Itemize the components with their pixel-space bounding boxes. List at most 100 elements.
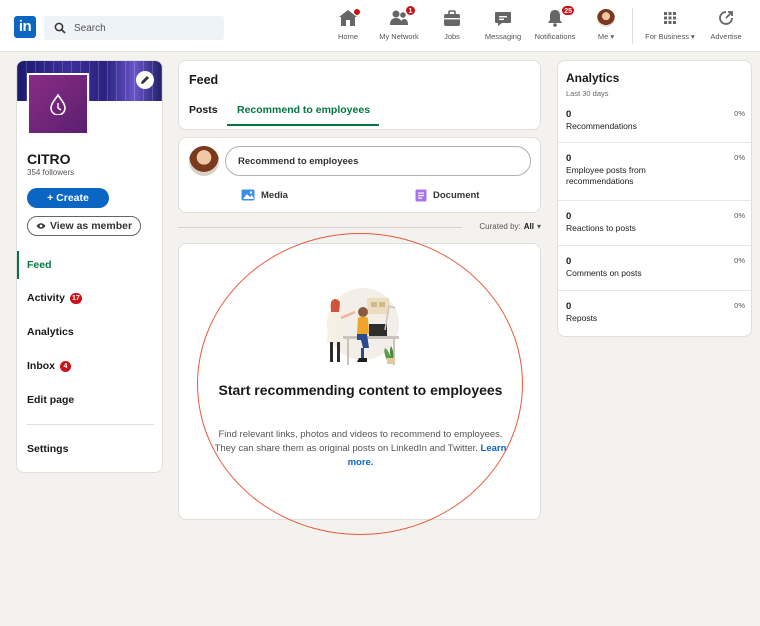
search-box[interactable] [44, 16, 224, 40]
metric-change: 0% [734, 256, 745, 265]
activity-count-badge: 17 [69, 292, 82, 304]
top-nav: in Home 1 My Network Jobs Messaging 2 [0, 0, 760, 52]
follower-count: 354 followers [27, 168, 75, 177]
avatar [189, 146, 219, 176]
document-icon [415, 189, 427, 202]
metric-label: Comments on posts [566, 268, 642, 278]
nav-my-network[interactable]: 1 My Network [375, 5, 423, 44]
empty-state-description: Find relevant links, photos and videos t… [214, 429, 503, 454]
nav-advertise-label: Advertise [710, 32, 742, 41]
curated-by-value: All [523, 222, 534, 231]
empty-state-card: Start recommending content to employees … [178, 243, 541, 520]
advertise-icon [715, 8, 737, 28]
metric-value: 0 [566, 211, 572, 222]
pencil-icon [141, 76, 149, 84]
inbox-count-badge: 4 [60, 360, 71, 372]
home-notification-dot [353, 8, 361, 16]
analytics-period: Last 30 days [566, 89, 609, 98]
home-icon [337, 8, 361, 28]
media-button[interactable]: Media [241, 189, 288, 201]
notifications-badge: 25 [561, 5, 575, 16]
metric-divider [558, 290, 753, 291]
edit-cover-button[interactable] [136, 71, 154, 89]
metric-change: 0% [734, 211, 745, 220]
metric-value: 0 [566, 301, 572, 312]
linkedin-logo[interactable]: in [14, 16, 36, 38]
sidebar-item-activity[interactable]: Activity 17 [17, 288, 162, 308]
notifications-icon: 25 [544, 5, 575, 28]
empty-state-body: Find relevant links, photos and videos t… [207, 428, 514, 470]
company-sidebar-card: CITRO 354 followers + Create View as mem… [16, 60, 163, 473]
metric-divider [558, 142, 753, 143]
nav-for-business[interactable]: For Business ▾ [640, 8, 700, 44]
search-input[interactable] [74, 22, 214, 34]
metric-label: Recommendations [566, 121, 637, 131]
sidebar-item-feed[interactable]: Feed [17, 255, 162, 275]
analytics-title: Analytics [566, 71, 620, 85]
chevron-down-icon: ▾ [691, 32, 695, 41]
nav-home-label: Home [337, 32, 358, 41]
nav-notifications[interactable]: 25 Notifications [530, 5, 580, 44]
my-network-badge: 1 [405, 5, 416, 16]
sidebar-item-analytics[interactable]: Analytics [17, 322, 162, 342]
nav-for-business-label: For Business ▾ [645, 32, 695, 41]
metric-change: 0% [734, 109, 745, 118]
nav-jobs[interactable]: Jobs [437, 8, 467, 44]
nav-jobs-label: Jobs [444, 32, 460, 41]
eye-icon [36, 223, 46, 229]
company-logo[interactable] [27, 73, 89, 135]
curated-by-filter[interactable]: Curated by: All ▾ [479, 222, 541, 231]
metric-value: 0 [566, 153, 572, 164]
metric-label: Employee posts from recommendations [566, 165, 646, 186]
drop-logo-icon [50, 93, 66, 115]
nav-messaging-label: Messaging [484, 32, 522, 41]
sidebar-divider [27, 424, 154, 425]
caret-down-icon: ▾ [536, 222, 541, 231]
nav-messaging[interactable]: Messaging [481, 8, 525, 44]
nav-my-network-label: My Network [379, 32, 419, 41]
sidebar-item-inbox[interactable]: Inbox 4 [17, 356, 162, 376]
metric-value: 0 [566, 256, 572, 267]
tab-recommend-to-employees[interactable]: Recommend to employees [237, 104, 370, 116]
recommend-illustration [327, 288, 399, 365]
document-button[interactable]: Document [415, 189, 479, 202]
view-as-member-label: View as member [49, 220, 133, 232]
document-label: Document [433, 190, 480, 201]
create-button[interactable]: + Create [27, 188, 109, 208]
sidebar-item-settings[interactable]: Settings [17, 439, 162, 459]
metric-value: 0 [566, 109, 572, 120]
media-label: Media [261, 189, 288, 201]
nav-advertise[interactable]: Advertise [704, 8, 748, 44]
chevron-down-icon: ▾ [610, 32, 615, 41]
view-as-member-button[interactable]: View as member [27, 216, 141, 236]
recommend-composer-card: Recommend to employees Media Document [178, 137, 541, 213]
search-icon [54, 22, 66, 34]
jobs-icon [441, 8, 463, 28]
curated-divider [178, 227, 462, 228]
metric-divider [558, 200, 753, 201]
grid-icon [659, 8, 681, 28]
nav-home[interactable]: Home [333, 8, 363, 44]
feed-header-card: Feed Posts Recommend to employees [178, 60, 541, 130]
active-tab-underline [227, 124, 379, 126]
sidebar-item-edit-page[interactable]: Edit page [17, 390, 162, 410]
nav-me[interactable]: Me ▾ [592, 8, 620, 44]
messaging-icon [492, 8, 514, 28]
feed-title: Feed [189, 73, 219, 87]
empty-state-title: Start recommending content to employees [218, 382, 503, 398]
my-network-icon: 1 [388, 5, 416, 28]
tab-posts[interactable]: Posts [189, 104, 218, 116]
metric-change: 0% [734, 153, 745, 162]
nav-divider [632, 8, 633, 44]
metric-change: 0% [734, 301, 745, 310]
analytics-card: Analytics Last 30 days 0 0% Recommendati… [557, 60, 753, 337]
company-name: CITRO [27, 151, 71, 167]
curated-by-bar: Curated by: All ▾ [178, 221, 541, 235]
metric-divider [558, 245, 753, 246]
media-icon [241, 189, 255, 201]
metric-label: Reactions to posts [566, 223, 636, 233]
metric-label: Reposts [566, 313, 598, 323]
nav-me-label: Me ▾ [597, 32, 615, 41]
nav-notifications-label: Notifications [534, 32, 576, 41]
recommend-input[interactable]: Recommend to employees [225, 146, 531, 176]
